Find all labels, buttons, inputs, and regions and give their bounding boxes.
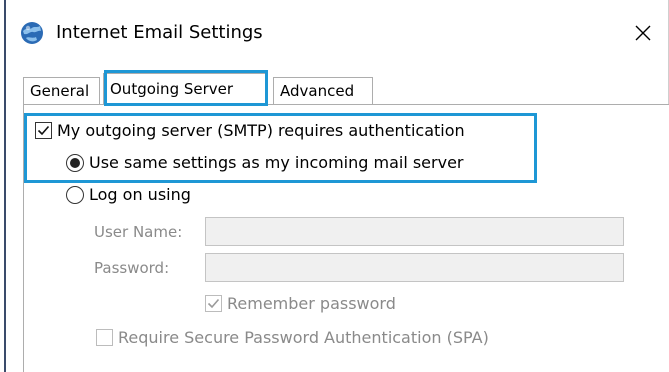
same-settings-radio-row[interactable]: Use same settings as my incoming mail se… <box>66 153 464 172</box>
tab-outgoing-server[interactable]: Outgoing Server <box>103 73 267 105</box>
password-field[interactable] <box>205 253 624 282</box>
spa-checkbox[interactable] <box>96 329 113 346</box>
logon-radio-row[interactable]: Log on using <box>66 185 191 204</box>
radio-selected-dot <box>70 157 80 168</box>
user-name-field[interactable] <box>205 217 624 246</box>
tab-advanced[interactable]: Advanced <box>273 77 373 105</box>
password-label: Password: <box>94 259 170 277</box>
checkmark-icon <box>207 298 220 309</box>
smtp-auth-label: My outgoing server (SMTP) requires authe… <box>57 121 465 140</box>
remember-password-label: Remember password <box>227 294 396 313</box>
dialog-window: Internet Email Settings General Outgoing… <box>0 0 669 372</box>
spa-label: Require Secure Password Authentication (… <box>118 328 489 347</box>
close-button[interactable] <box>624 14 662 52</box>
smtp-auth-checkbox[interactable] <box>35 122 52 139</box>
dialog-title: Internet Email Settings <box>56 22 263 43</box>
remember-password-row[interactable]: Remember password <box>205 294 396 313</box>
user-name-label: User Name: <box>94 223 183 241</box>
remember-password-checkbox[interactable] <box>205 295 222 312</box>
title-bar: Internet Email Settings <box>6 0 668 66</box>
smtp-auth-checkbox-row[interactable]: My outgoing server (SMTP) requires authe… <box>35 121 465 140</box>
logon-label: Log on using <box>89 185 191 204</box>
same-settings-radio[interactable] <box>66 153 84 172</box>
tab-general[interactable]: General <box>23 77 100 105</box>
same-settings-label: Use same settings as my incoming mail se… <box>89 153 464 172</box>
spa-row[interactable]: Require Secure Password Authentication (… <box>96 328 489 347</box>
globe-mail-icon <box>20 21 44 45</box>
checkmark-icon <box>37 125 50 136</box>
close-icon <box>635 25 651 41</box>
logon-radio[interactable] <box>66 185 84 204</box>
